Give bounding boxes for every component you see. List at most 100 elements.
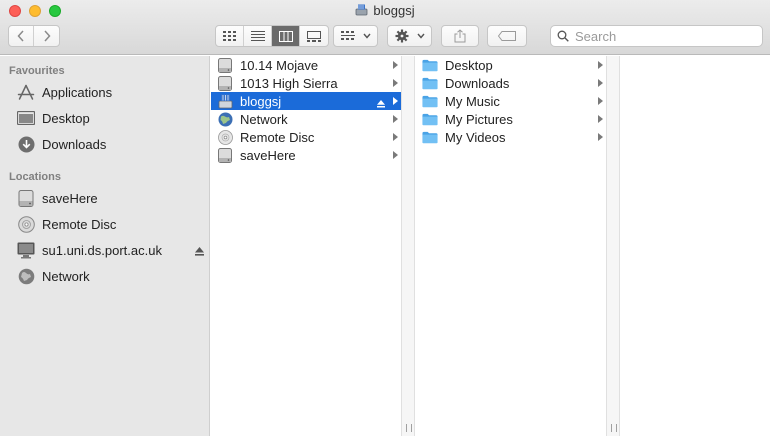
disclosure-arrow-icon — [598, 133, 603, 141]
downloads-icon — [16, 135, 36, 153]
gallery-icon — [307, 30, 321, 42]
eject-icon[interactable] — [377, 96, 385, 111]
list-item-label: 10.14 Mojave — [240, 57, 319, 73]
network-drive-icon — [355, 4, 368, 16]
folder-icon — [422, 111, 438, 127]
list-item[interactable]: bloggsj — [211, 92, 401, 110]
favourites-heading: Favourites — [9, 65, 65, 77]
network-icon — [16, 267, 36, 285]
desktop-icon — [16, 109, 36, 127]
column-resize-handle[interactable] — [611, 424, 617, 432]
sidebar-item-remote-disc[interactable]: Remote Disc — [0, 212, 210, 236]
list-item-label: Downloads — [445, 75, 510, 91]
list-item[interactable]: Remote Disc — [211, 128, 401, 146]
list-item-label: Desktop — [445, 57, 493, 73]
disclosure-arrow-icon — [598, 115, 603, 123]
list-item[interactable]: Network — [211, 110, 401, 128]
sidebar-item-label: Network — [42, 268, 90, 284]
sidebar-item-network[interactable]: Network — [0, 264, 210, 288]
sidebar-item-label: Desktop — [42, 110, 90, 126]
chevron-down-icon — [362, 33, 371, 39]
sidebar-item-downloads[interactable]: Downloads — [0, 132, 210, 156]
chevron-right-icon — [43, 30, 51, 42]
disclosure-arrow-icon — [598, 61, 603, 69]
list-view-button[interactable] — [244, 26, 272, 46]
share-button[interactable] — [441, 25, 479, 47]
list-item-label: My Music — [445, 93, 500, 109]
sidebar-item-savehere[interactable]: saveHere — [0, 186, 210, 210]
sidebar-item-label: su1.uni.ds.port.ac.uk — [42, 242, 162, 258]
disclosure-arrow-icon — [598, 79, 603, 87]
list-item[interactable]: My Music — [416, 92, 606, 110]
search-input[interactable] — [575, 28, 755, 44]
eject-icon[interactable] — [195, 244, 204, 259]
column-resize-handle[interactable] — [406, 424, 412, 432]
column-view-button[interactable] — [272, 26, 300, 46]
toolbar: bloggsj — [0, 0, 770, 55]
list-item-label: My Pictures — [445, 111, 513, 127]
sidebar-item-desktop[interactable]: Desktop — [0, 106, 210, 130]
sidebar-item-applications[interactable]: Applications — [0, 80, 210, 104]
share-icon — [454, 29, 466, 43]
back-button[interactable] — [9, 26, 34, 46]
gallery-view-button[interactable] — [300, 26, 328, 46]
list-item[interactable]: 1013 High Sierra — [211, 74, 401, 92]
tags-button[interactable] — [487, 25, 527, 47]
tag-icon — [498, 31, 516, 41]
sidebar-item-label: saveHere — [42, 190, 98, 206]
computer-icon — [16, 241, 36, 259]
list-item-label: Remote Disc — [240, 129, 315, 145]
applications-icon — [16, 83, 36, 101]
window-title: bloggsj — [0, 3, 770, 18]
sidebar-item-server[interactable]: su1.uni.ds.port.ac.uk — [0, 238, 210, 262]
folder-icon — [422, 93, 438, 109]
sidebar-item-label: Applications — [42, 84, 113, 100]
group-grid-icon — [340, 31, 355, 40]
forward-button[interactable] — [34, 26, 59, 46]
sidebar-item-label: Remote Disc — [42, 216, 117, 232]
drive-icon — [217, 147, 233, 163]
list-item[interactable]: My Videos — [416, 128, 606, 146]
list-item-label: Network — [240, 111, 288, 127]
list-item[interactable]: saveHere — [211, 146, 401, 164]
icon-view-button[interactable] — [216, 26, 244, 46]
list-item-label: My Videos — [445, 129, 506, 145]
finder-window: bloggsj Search Favourites Applications D… — [0, 0, 770, 436]
disclosure-arrow-icon — [393, 79, 398, 87]
list-item-label: bloggsj — [240, 93, 282, 109]
search-icon — [557, 30, 569, 42]
disclosure-arrow-icon — [393, 115, 398, 123]
list-item[interactable]: My Pictures — [416, 110, 606, 128]
drive-icon — [16, 189, 36, 207]
list-item[interactable]: Downloads — [416, 74, 606, 92]
browser-column-2: Desktop Downloads My Music My Pictures My Vi… — [416, 56, 606, 436]
disclosure-arrow-icon — [598, 97, 603, 105]
list-item[interactable]: Desktop — [416, 56, 606, 74]
icon-grid-icon — [222, 31, 236, 41]
group-by-button[interactable] — [333, 25, 378, 47]
search-field[interactable] — [550, 25, 763, 47]
browser-column-3 — [621, 56, 770, 436]
chevron-down-icon — [416, 33, 425, 39]
network-icon — [217, 111, 233, 127]
column-divider-1[interactable] — [401, 56, 415, 436]
action-menu-button[interactable] — [387, 25, 432, 47]
disclosure-arrow-icon — [393, 133, 398, 141]
gear-icon — [395, 29, 408, 43]
column-divider-2[interactable] — [606, 56, 620, 436]
view-mode-control — [215, 25, 329, 47]
disclosure-arrow-icon — [393, 151, 398, 159]
chevron-left-icon — [17, 30, 24, 42]
disclosure-arrow-icon — [393, 97, 398, 105]
folder-icon — [422, 57, 438, 73]
drive-icon — [217, 75, 233, 91]
locations-heading: Locations — [9, 171, 61, 183]
list-item-label: 1013 High Sierra — [240, 75, 338, 91]
list-lines-icon — [250, 31, 265, 41]
network-drive-icon — [217, 93, 233, 109]
list-item[interactable]: 10.14 Mojave — [211, 56, 401, 74]
disc-icon — [217, 129, 233, 145]
columns-icon — [278, 30, 293, 42]
sidebar-item-label: Downloads — [42, 136, 107, 152]
disclosure-arrow-icon — [393, 61, 398, 69]
